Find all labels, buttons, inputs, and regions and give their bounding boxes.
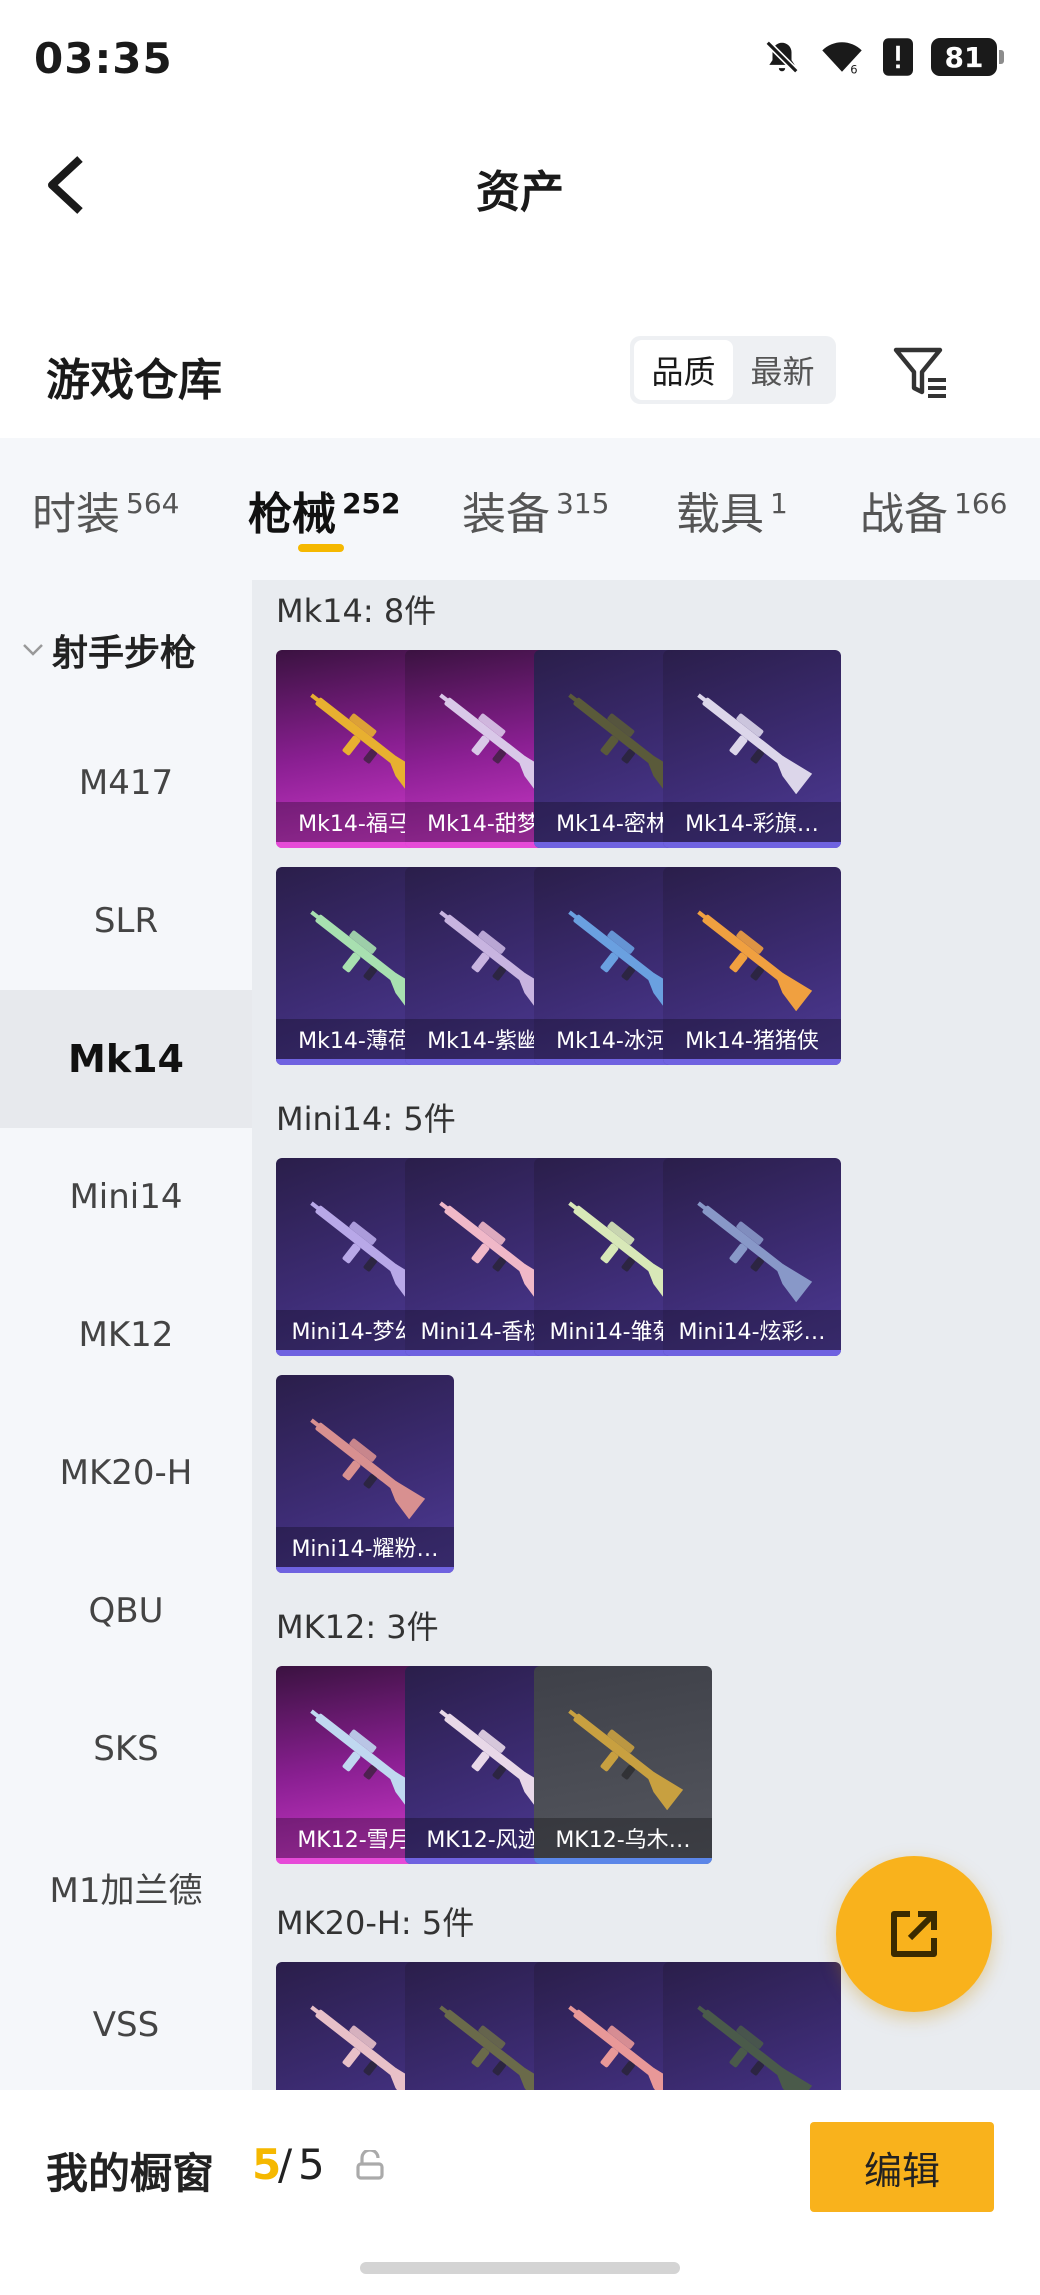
sidebar-item[interactable]: MK20-H [0,1404,252,1542]
sidebar-group-dmr[interactable]: 射手步枪 [0,610,252,690]
tab-weapons[interactable]: 枪械 252 [248,478,400,542]
showcase-current: 5 [252,2140,282,2189]
weapon-card[interactable]: Mini14-耀粉… [276,1375,454,1573]
sidebar-item[interactable]: Mini14 [0,1128,252,1266]
sidebar-item[interactable]: Mk14 [0,990,252,1128]
weapon-card[interactable] [663,1962,841,2090]
tab-label: 时装 [32,489,120,540]
tab-count: 564 [126,487,180,520]
weapon-skin-image [683,1996,823,2090]
sort-toggle: 品质 最新 [630,336,836,404]
weapon-name: Mk14-猪猪侠 [663,1019,841,1059]
showcase-max: 5 [298,2140,325,2189]
nav-bar: 资产 [0,120,1040,250]
sidebar-item[interactable]: SKS [0,1680,252,1818]
showcase-separator: / [278,2140,293,2189]
tab-outfits[interactable]: 时装 564 [32,478,179,542]
home-indicator[interactable] [360,2262,680,2274]
sidebar-item[interactable]: MK12 [0,1266,252,1404]
sidebar-item[interactable]: QBU [0,1542,252,1680]
showcase-label: 我的橱窗 [46,2149,215,2198]
filter-button[interactable] [888,340,952,404]
tab-label: 载具 [676,489,764,540]
section-title: Mini14: 5件 [276,1100,456,1138]
rarity-bar [663,842,841,848]
weapon-skin-image [296,1409,436,1520]
tab-equipment[interactable]: 装备 315 [462,478,609,542]
weapon-card[interactable]: Mk14-猪猪侠 [663,867,841,1065]
weapon-card[interactable]: Mini14-炫彩… [663,1158,841,1356]
rarity-bar [663,1059,841,1065]
sort-quality-button[interactable]: 品质 [634,340,733,400]
lock-icon [356,2150,384,2180]
status-icons: 6 81 [763,38,1004,76]
tab-label: 战备 [860,489,948,540]
tab-count: 166 [954,487,1008,520]
status-bar: 03:35 6 81 [0,0,1040,120]
weapon-name: Mini14-耀粉… [276,1527,454,1567]
section-title: MK20-H: 5件 [276,1904,475,1942]
weapon-skin-image [683,901,823,1012]
tab-count: 252 [342,487,401,520]
section-title: MK12: 3件 [276,1608,439,1646]
page-title: 资产 [476,167,564,218]
tab-vehicles[interactable]: 载具 1 [676,478,788,542]
weapon-name: Mk14-彩旗… [663,802,841,842]
share-external-icon [891,1911,937,1957]
weapon-skin-image [683,1192,823,1303]
battery-icon: 81 [931,38,1004,76]
weapon-skin-image [683,684,823,795]
tab-label: 装备 [462,489,550,540]
section-title: Mk14: 8件 [276,592,437,630]
bell-muted-icon [763,38,801,76]
weapon-skin-image [554,1700,694,1811]
rarity-bar [663,1350,841,1356]
weapon-sidebar: 射手步枪 M417 SLR Mk14 Mini14 MK12 MK20-H QBU SKS M1… [0,580,252,2090]
tab-count: 1 [770,487,788,520]
weapon-name: MK12-乌木… [534,1818,712,1858]
weapon-name: Mini14-炫彩… [663,1310,841,1350]
sidebar-item[interactable]: SLR [0,852,252,990]
filter-icon [893,347,946,398]
sort-newest-button[interactable]: 最新 [733,340,832,400]
rarity-bar [276,1567,454,1573]
chevron-down-icon [23,644,43,656]
share-fab[interactable] [836,1856,992,2012]
tab-label: 枪械 [248,489,336,540]
tab-count: 315 [556,487,610,520]
status-time: 03:35 [34,34,173,83]
weapon-card[interactable]: Mk14-彩旗… [663,650,841,848]
sidebar-item[interactable]: VSS [0,1956,252,2094]
sidebar-item[interactable]: M417 [0,714,252,852]
category-tabs: 时装 564 枪械 252 装备 315 载具 1 战备 166 [0,438,1040,580]
edit-button[interactable]: 编辑 [810,2122,994,2212]
active-tab-indicator [298,544,344,552]
alert-icon [883,38,913,76]
svg-text:6: 6 [850,62,857,76]
sidebar-item[interactable]: M1加兰德 [0,1818,252,1956]
battery-level: 81 [931,38,997,76]
sidebar-group-label: 射手步枪 [52,633,197,674]
warehouse-title: 游戏仓库 [46,355,222,406]
rarity-bar [534,1858,712,1864]
warehouse-header: 游戏仓库 品质 最新 [0,320,1040,440]
weapon-card[interactable]: MK12-乌木… [534,1666,712,1864]
tab-supplies[interactable]: 战备 166 [860,478,1007,542]
wifi-icon: 6 [819,38,865,76]
